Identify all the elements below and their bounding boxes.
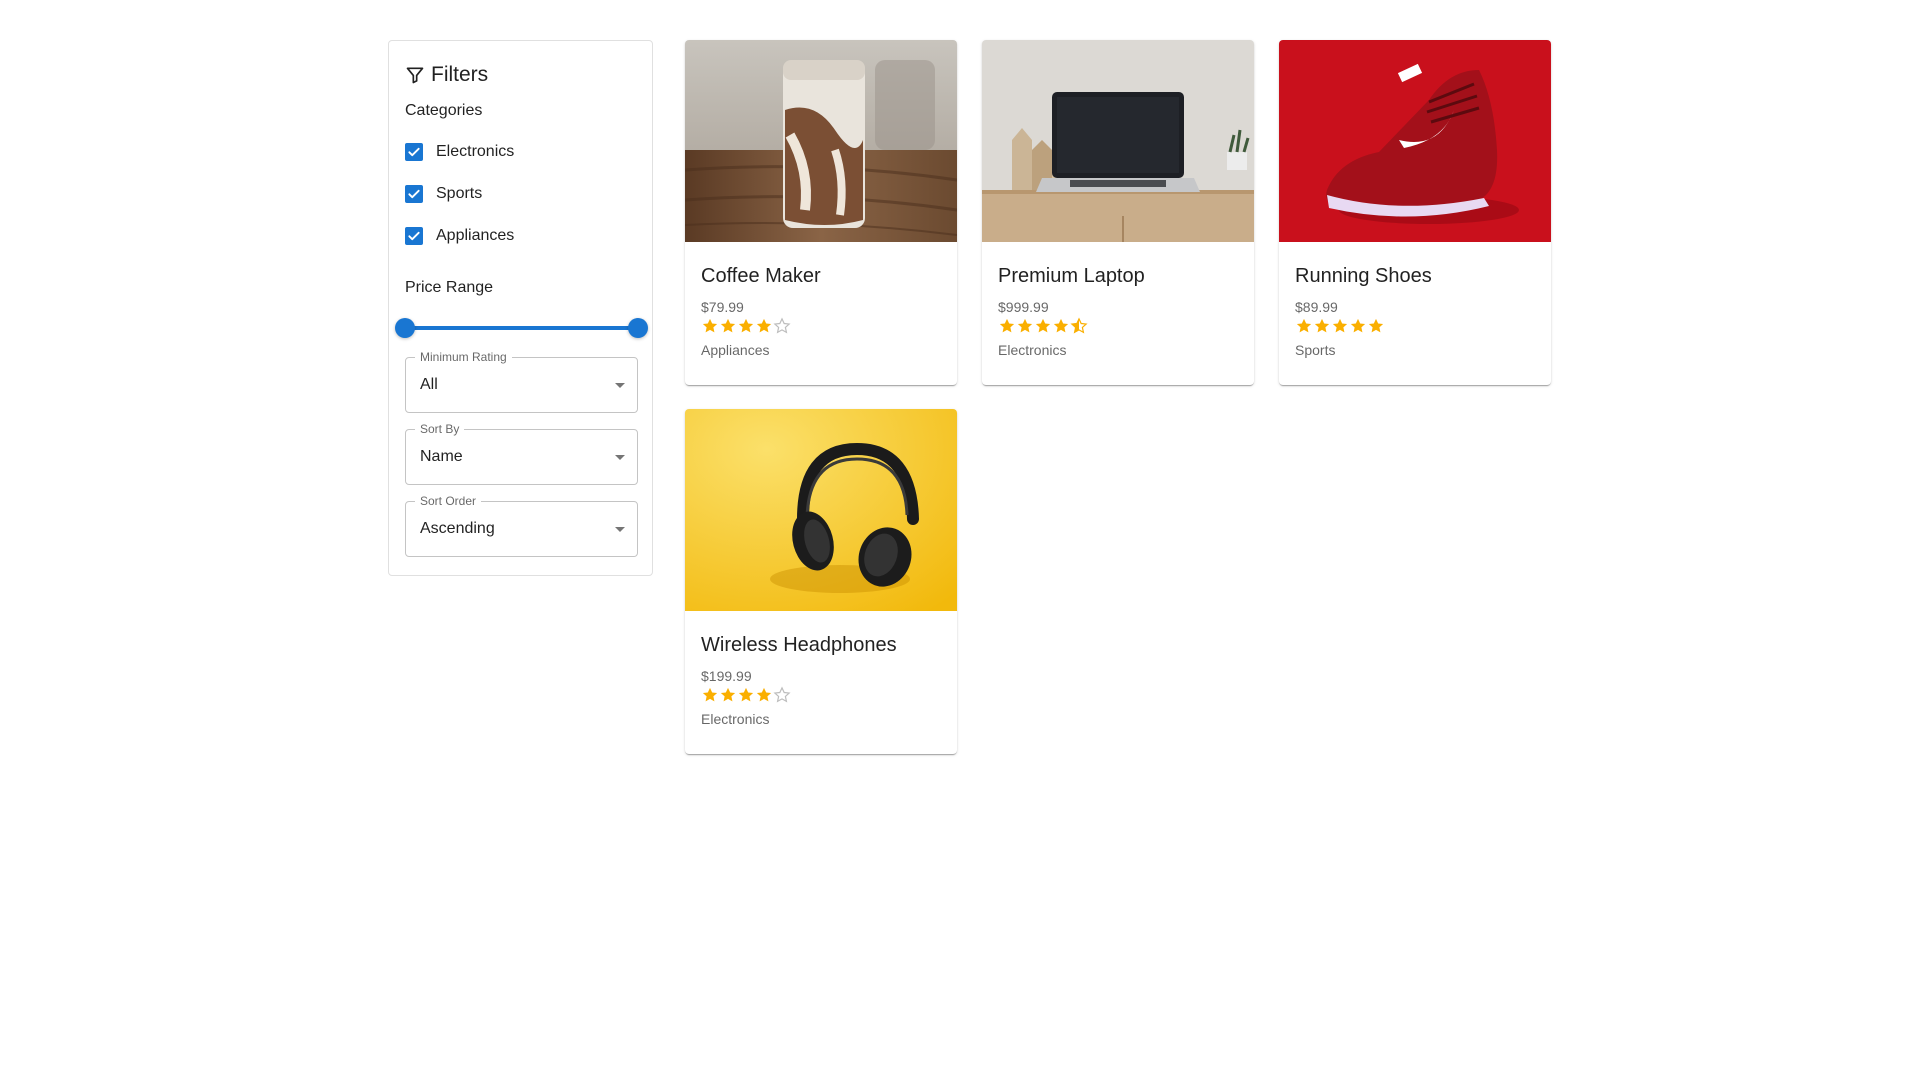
select-value: Name xyxy=(420,448,463,465)
checkbox-checked-icon[interactable] xyxy=(405,185,423,203)
dropdown-arrow-icon xyxy=(615,455,625,460)
star-filled-icon xyxy=(999,318,1015,333)
slider-thumb-max[interactable] xyxy=(628,318,648,338)
product-card[interactable]: Wireless Headphones $199.99 Electronics xyxy=(685,409,957,754)
product-price: $89.99 xyxy=(1295,299,1338,315)
star-filled-icon xyxy=(1035,318,1051,333)
category-label: Electronics xyxy=(436,143,515,160)
categories-label: Categories xyxy=(405,102,483,119)
star-empty-icon xyxy=(773,317,791,334)
star-filled-icon xyxy=(756,687,772,702)
star-filled-icon xyxy=(720,687,736,702)
star-filled-icon xyxy=(702,687,718,702)
product-category: Electronics xyxy=(701,711,770,727)
slider-track[interactable] xyxy=(405,326,638,330)
product-price: $79.99 xyxy=(701,299,744,315)
select-value: Ascending xyxy=(420,520,495,537)
category-label: Sports xyxy=(436,185,483,202)
product-rating xyxy=(701,686,791,704)
product-rating xyxy=(998,317,1088,335)
red-running-shoe-image xyxy=(1279,40,1551,242)
product-price: $999.99 xyxy=(998,299,1049,315)
product-name: Coffee Maker xyxy=(701,265,821,287)
select-legend: Sort By xyxy=(415,422,465,436)
sort-order-select[interactable]: Sort Order Ascending xyxy=(405,494,638,557)
checkbox-checked-icon[interactable] xyxy=(405,143,423,161)
star-filled-icon xyxy=(1314,318,1330,333)
product-name: Running Shoes xyxy=(1295,265,1432,287)
select-value: All xyxy=(420,376,438,393)
star-filled-icon xyxy=(1368,318,1384,333)
laptop-on-desk-image xyxy=(982,40,1254,242)
star-filled-icon xyxy=(738,687,754,702)
filter-icon xyxy=(405,65,425,85)
price-range-slider[interactable] xyxy=(395,318,648,338)
star-filled-icon xyxy=(1350,318,1366,333)
category-label: Appliances xyxy=(436,227,515,244)
checkbox-checked-icon[interactable] xyxy=(405,227,423,245)
star-half-icon xyxy=(1070,317,1088,334)
category-checkbox-sports[interactable]: Sports xyxy=(405,185,482,203)
category-checkbox-electronics[interactable]: Electronics xyxy=(405,143,514,161)
product-category: Electronics xyxy=(998,342,1067,358)
filters-title: Filters xyxy=(431,63,489,86)
product-name: Premium Laptop xyxy=(998,265,1145,287)
star-filled-icon xyxy=(756,318,772,333)
dropdown-arrow-icon xyxy=(615,383,625,388)
product-category: Appliances xyxy=(701,342,770,358)
slider-thumb-min[interactable] xyxy=(395,318,415,338)
product-card[interactable]: Premium Laptop $999.99 Electronics xyxy=(982,40,1254,385)
filters-header: Filters xyxy=(405,61,488,89)
price-range-label: Price Range xyxy=(405,279,494,296)
star-filled-icon xyxy=(738,318,754,333)
star-filled-icon xyxy=(1053,318,1069,333)
select-legend: Sort Order xyxy=(415,494,482,508)
headphones-on-yellow-image xyxy=(685,409,957,611)
star-filled-icon xyxy=(1017,318,1033,333)
product-card[interactable]: Coffee Maker $79.99 Appliances xyxy=(685,40,957,385)
filters-panel: Filters Categories Electronics Sports Ap… xyxy=(388,40,653,576)
sort-by-select[interactable]: Sort By Name xyxy=(405,422,638,485)
select-legend: Minimum Rating xyxy=(415,350,512,364)
product-card[interactable]: Running Shoes $89.99 Sports xyxy=(1279,40,1551,385)
product-price: $199.99 xyxy=(701,668,752,684)
product-category: Sports xyxy=(1295,342,1336,358)
product-rating xyxy=(701,317,791,335)
iced-coffee-glass-image xyxy=(685,40,957,242)
product-rating xyxy=(1295,317,1385,335)
star-filled-icon xyxy=(1296,318,1312,333)
minimum-rating-select[interactable]: Minimum Rating All xyxy=(405,350,638,413)
category-checkbox-appliances[interactable]: Appliances xyxy=(405,227,514,245)
star-filled-icon xyxy=(720,318,736,333)
star-filled-icon xyxy=(702,318,718,333)
star-empty-icon xyxy=(773,686,791,703)
star-filled-icon xyxy=(1332,318,1348,333)
product-name: Wireless Headphones xyxy=(701,634,897,656)
dropdown-arrow-icon xyxy=(615,527,625,532)
